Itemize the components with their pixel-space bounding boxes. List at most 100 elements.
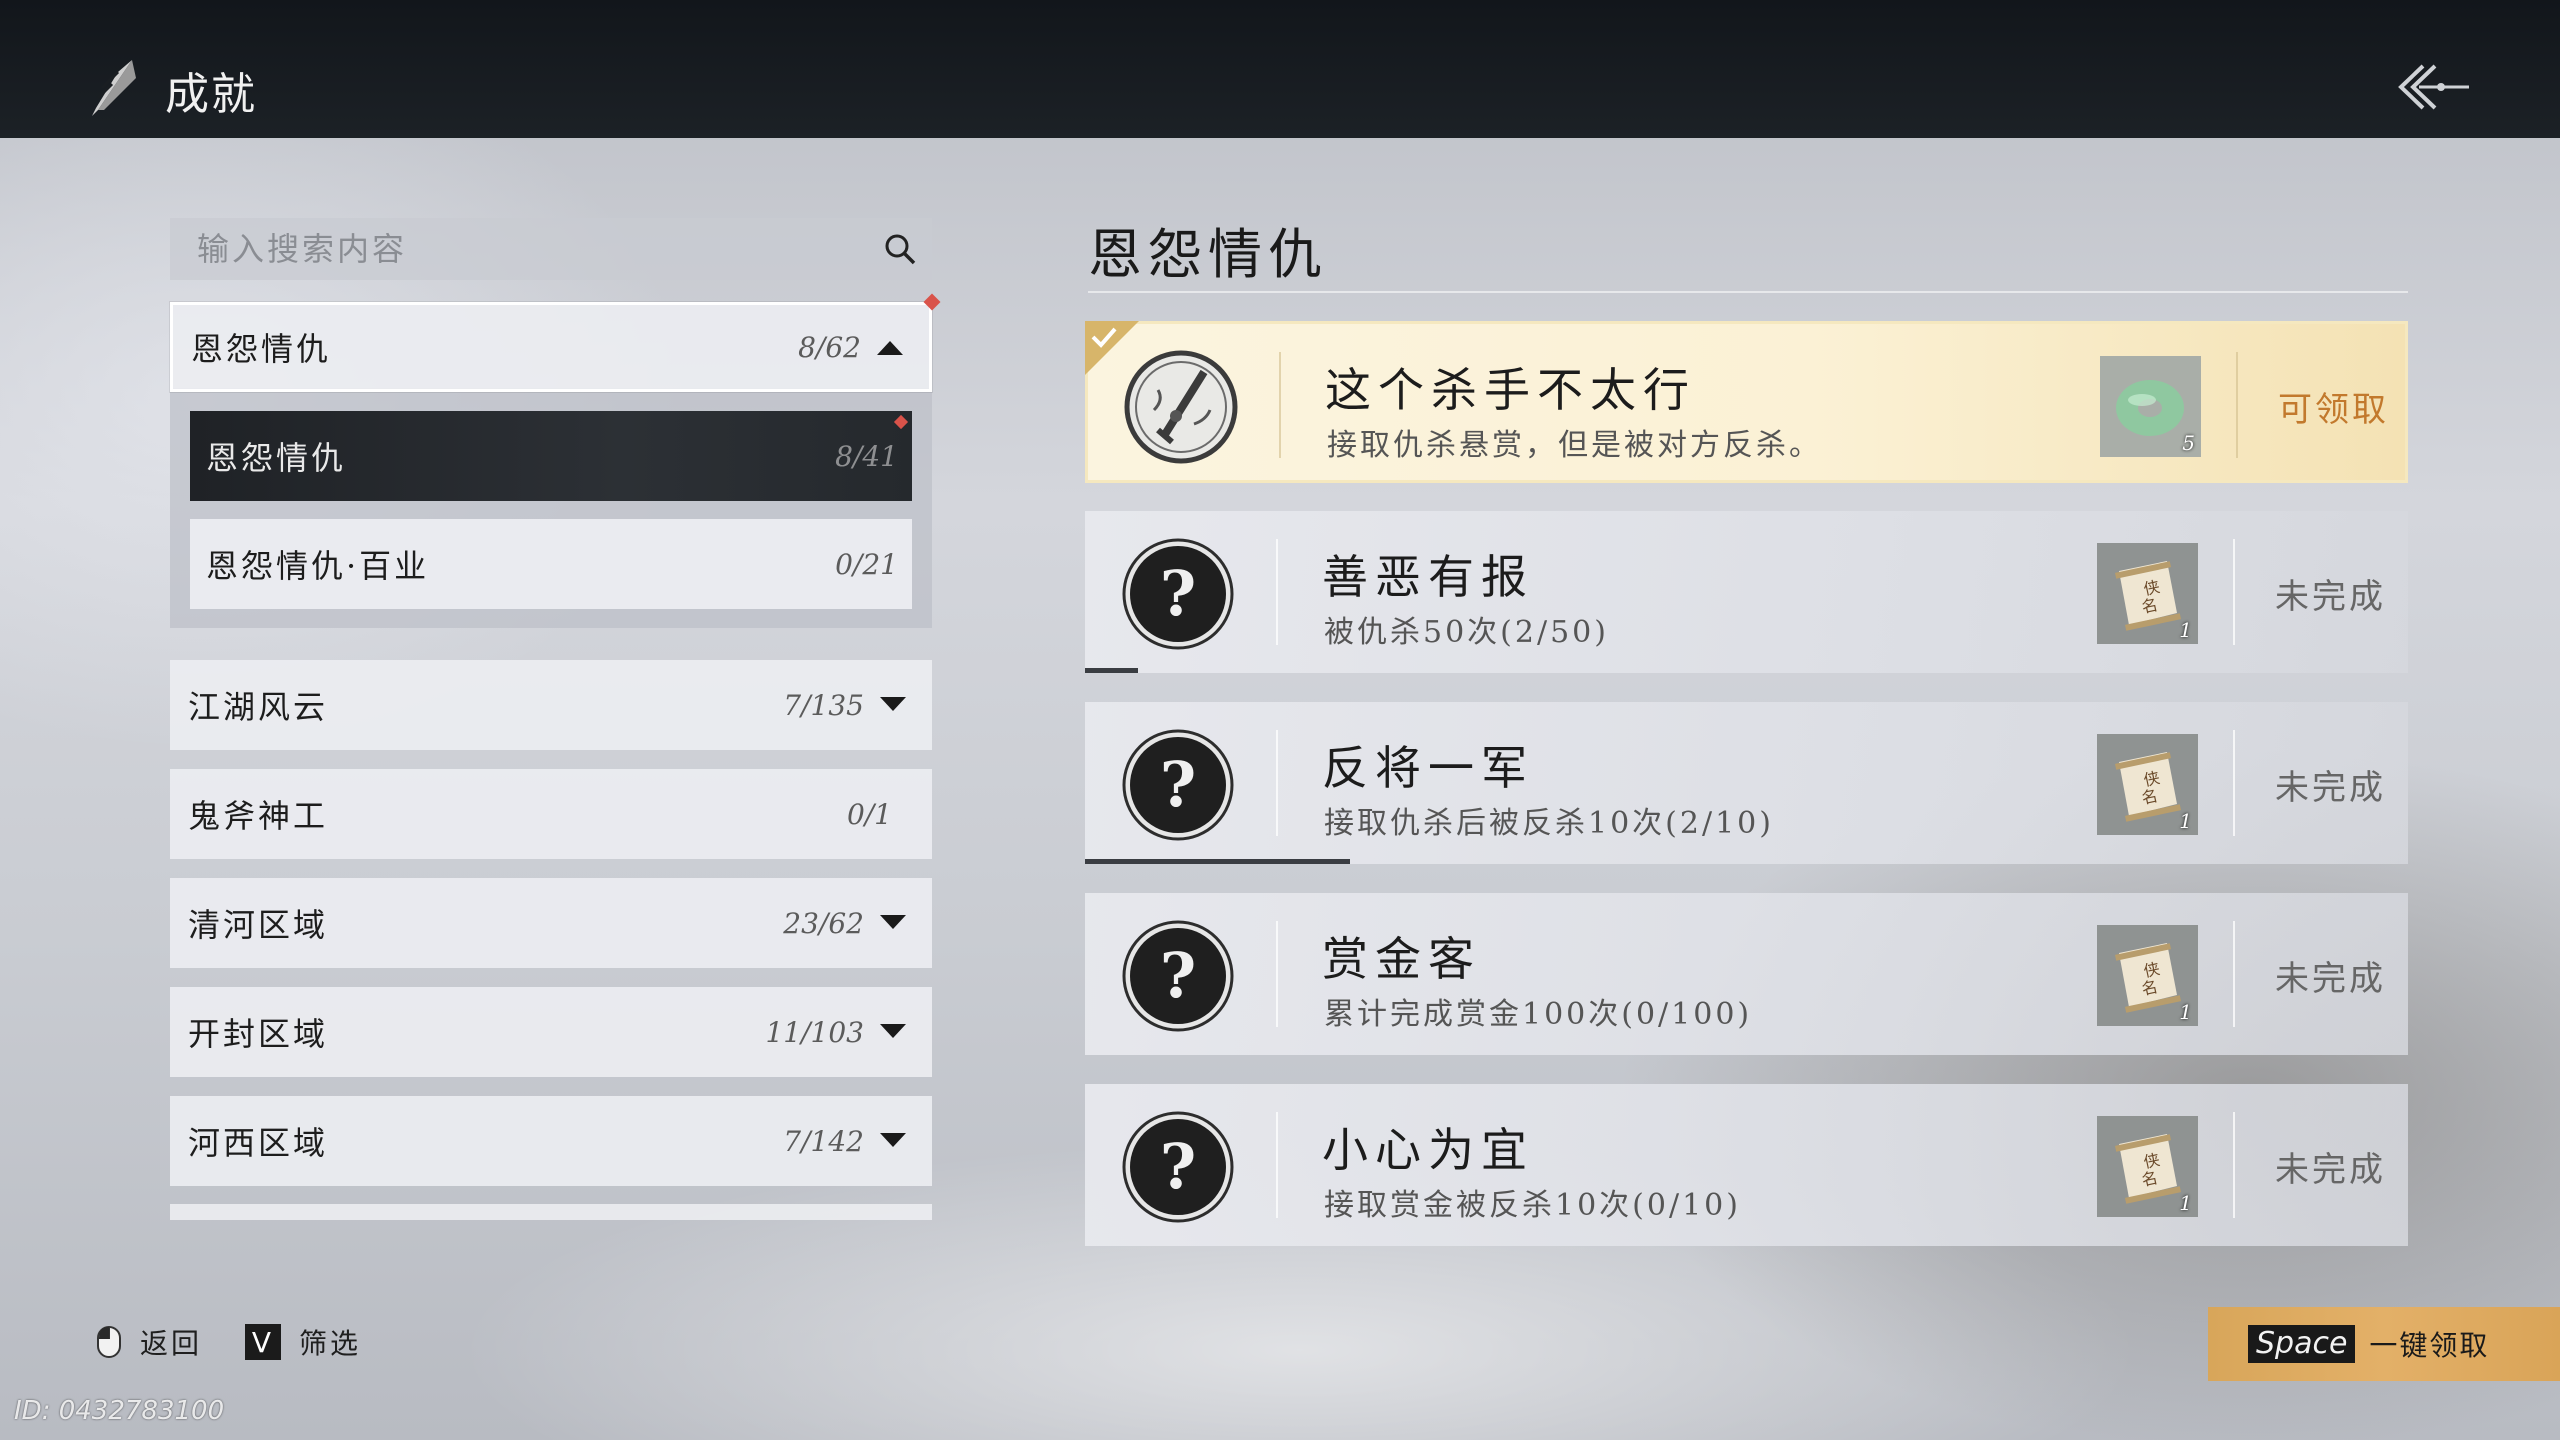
status-label: 未完成: [2275, 1150, 2386, 1190]
reward-item[interactable]: 侠 名 1: [2097, 925, 2198, 1026]
card-divider: [2233, 1112, 2235, 1218]
new-indicator-dot: [893, 414, 909, 430]
card-divider: [1276, 730, 1278, 836]
space-key: Space: [2248, 1325, 2356, 1363]
claim-all-label: 一键领取: [2369, 1329, 2490, 1362]
achievement-title: 这个杀手不太行: [1325, 363, 1696, 417]
category-label: 开封区域: [188, 1015, 329, 1053]
filter-hint[interactable]: V 筛选: [245, 1322, 361, 1362]
achievement-card[interactable]: ? 赏金客 累计完成赏金100次(0/100) 侠 名 1 未完成: [1085, 893, 2408, 1055]
subcategory-label: 恩怨情仇·百业: [206, 547, 430, 585]
subcategory-enyuan[interactable]: 恩怨情仇 8/41: [190, 411, 912, 501]
list-item-partial: [170, 1204, 932, 1220]
section-divider: [1088, 291, 2408, 293]
svg-text:?: ?: [1160, 939, 1196, 1012]
subcategory-label: 恩怨情仇: [206, 439, 347, 477]
category-count: 7/142: [783, 1124, 864, 1158]
status-label: 未完成: [2275, 577, 2386, 617]
reward-quantity: 1: [2179, 1000, 2192, 1024]
reward-item[interactable]: 侠 名 1: [2097, 1116, 2198, 1217]
player-id: ID: 0432783100: [14, 1396, 225, 1426]
card-divider: [1276, 921, 1278, 1027]
achievement-desc: 接取赏金被反杀10次(0/10): [1324, 1188, 1741, 1223]
reward-item[interactable]: 侠 名 1: [2097, 543, 2198, 644]
card-divider: [2233, 730, 2235, 836]
filter-key: V: [245, 1324, 281, 1360]
search-box: [170, 218, 932, 280]
achievement-desc: 被仇杀50次(2/50): [1324, 615, 1609, 650]
status-label: 未完成: [2275, 959, 2386, 999]
claim-button[interactable]: 可领取: [2278, 382, 2389, 431]
filter-label: 筛选: [299, 1327, 362, 1360]
category-count: 8/62: [798, 330, 861, 364]
category-qinghe[interactable]: 清河区域 23/62: [170, 878, 932, 968]
category-count: 11/103: [765, 1015, 864, 1049]
category-enyuan[interactable]: 恩怨情仇 8/62: [170, 302, 932, 392]
back-arrow-icon[interactable]: [2395, 62, 2470, 112]
category-label: 清河区域: [188, 906, 329, 944]
card-divider: [1276, 539, 1278, 645]
category-jianghu[interactable]: 江湖风云 7/135: [170, 660, 932, 750]
category-label: 江湖风云: [188, 688, 329, 726]
sword-emblem-icon: [1124, 350, 1238, 464]
reward-quantity: 1: [2179, 618, 2192, 642]
achievement-title: 反将一军: [1322, 741, 1534, 795]
status-label: 未完成: [2275, 768, 2386, 808]
search-icon[interactable]: [882, 231, 918, 267]
category-count: 0/1: [846, 797, 892, 831]
subcategory-count: 0/21: [835, 547, 898, 581]
achievement-desc: 接取仇杀后被反杀10次(2/10): [1324, 806, 1774, 841]
achievement-desc: 累计完成赏金100次(0/100): [1324, 997, 1753, 1032]
achievement-card[interactable]: 这个杀手不太行 接取仇杀悬赏，但是被对方反杀。 5 可领取: [1085, 321, 2408, 483]
svg-text:?: ?: [1160, 748, 1196, 821]
achievement-title: 小心为宜: [1322, 1123, 1534, 1177]
chevron-down-icon: [880, 697, 906, 711]
achievement-card[interactable]: ? 反将一军 接取仇杀后被反杀10次(2/10) 侠 名 1 未完成: [1085, 702, 2408, 864]
page-title: 成就: [165, 69, 257, 120]
reward-item[interactable]: 5: [2100, 356, 2201, 457]
card-divider: [2233, 921, 2235, 1027]
reward-item[interactable]: 侠 名 1: [2097, 734, 2198, 835]
claim-all-button[interactable]: Space 一键领取: [2208, 1307, 2560, 1381]
question-mark-icon: ?: [1122, 729, 1234, 841]
section-title: 恩怨情仇: [1088, 223, 1328, 286]
card-divider: [1279, 352, 1281, 458]
achievement-progress-bar: [1085, 668, 1138, 673]
mouse-icon: [97, 1326, 121, 1358]
svg-text:?: ?: [1160, 1130, 1196, 1203]
card-divider: [2233, 539, 2235, 645]
reward-quantity: 1: [2179, 809, 2192, 833]
category-label: 恩怨情仇: [191, 330, 332, 368]
category-hexi[interactable]: 河西区域 7/142: [170, 1096, 932, 1186]
category-guifu[interactable]: 鬼斧神工 0/1: [170, 769, 932, 859]
chevron-up-icon: [877, 341, 903, 355]
chevron-down-icon: [880, 915, 906, 929]
chevron-down-icon: [880, 1133, 906, 1147]
category-count: 7/135: [783, 688, 864, 722]
top-bar: 成就: [0, 0, 2560, 138]
achievement-card[interactable]: ? 善恶有报 被仇杀50次(2/50) 侠 名 1 未完成: [1085, 511, 2408, 673]
back-hint[interactable]: 返回: [96, 1322, 202, 1362]
category-label: 河西区域: [188, 1124, 329, 1162]
question-mark-icon: ?: [1122, 1111, 1234, 1223]
achievement-progress-bar: [1085, 859, 1350, 864]
category-label: 鬼斧神工: [188, 797, 329, 835]
achievement-quill-icon: [92, 60, 136, 116]
category-count: 23/62: [783, 906, 864, 940]
question-mark-icon: ?: [1122, 920, 1234, 1032]
achievement-card[interactable]: ? 小心为宜 接取赏金被反杀10次(0/10) 侠 名 1 未完成: [1085, 1084, 2408, 1246]
achievement-title: 赏金客: [1322, 932, 1481, 986]
search-input[interactable]: [195, 229, 859, 269]
achievement-title: 善恶有报: [1322, 550, 1534, 604]
svg-text:?: ?: [1160, 557, 1196, 630]
reward-quantity: 5: [2182, 431, 2195, 455]
reward-quantity: 1: [2179, 1191, 2192, 1215]
card-divider: [2236, 352, 2238, 458]
card-divider: [1276, 1112, 1278, 1218]
achievement-desc: 接取仇杀悬赏，但是被对方反杀。: [1327, 428, 1822, 463]
chevron-down-icon: [880, 1024, 906, 1038]
subcategory-enyuan-baiye[interactable]: 恩怨情仇·百业 0/21: [190, 519, 912, 609]
back-label: 返回: [140, 1327, 203, 1360]
question-mark-icon: ?: [1122, 538, 1234, 650]
category-kaifeng[interactable]: 开封区域 11/103: [170, 987, 932, 1077]
